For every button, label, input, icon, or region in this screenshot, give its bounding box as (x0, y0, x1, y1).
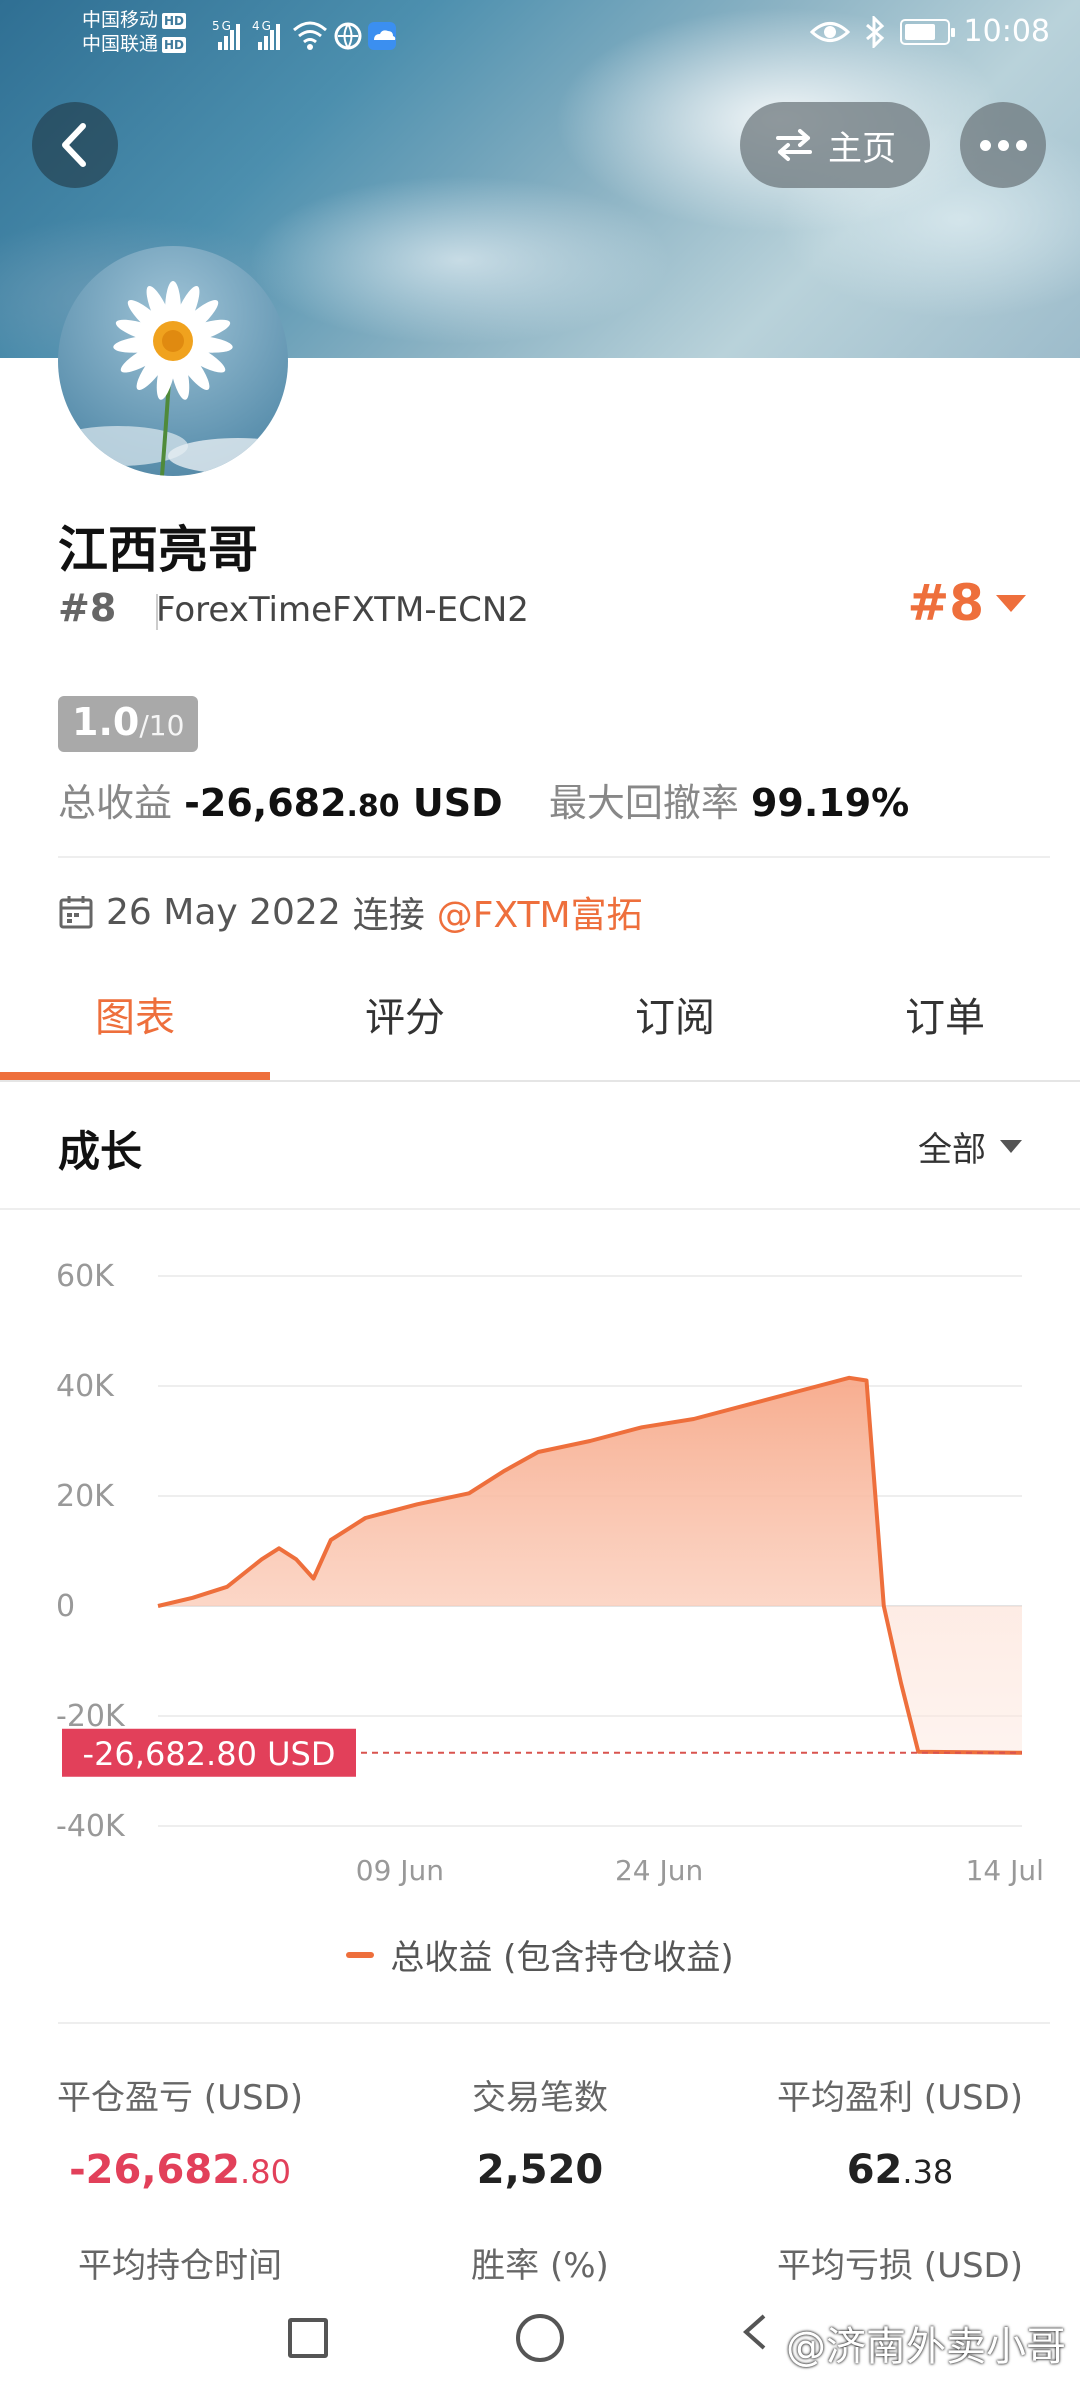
status-bar: 中国移动 HD 中国联通 HD 5G 4G 10:08 (0, 0, 1080, 70)
tab-subscribe[interactable]: 订阅 (540, 950, 810, 1078)
drawdown-label: 最大回撤率 (548, 781, 739, 825)
y-tick-label: 40K (56, 1369, 115, 1404)
chart-legend: 总收益 (包含持仓收益) (0, 1930, 1080, 1979)
divider (58, 856, 1050, 858)
tab-rating[interactable]: 评分 (270, 950, 540, 1078)
y-tick-label: 20K (56, 1479, 115, 1514)
more-dots-icon (979, 139, 991, 151)
current-value-label: -26,682.80 USD (83, 1735, 336, 1773)
carrier-2: 中国联通 (82, 33, 159, 55)
chart-svg: 60K 40K 20K 0 -20K -40K 09 Jun 24 Jun 14 Jul -2… (56, 1259, 1044, 1887)
total-profit-value: -26,682 (184, 781, 347, 825)
divider (58, 2022, 1050, 2024)
recent-apps-button[interactable] (288, 2318, 328, 2358)
watermark: @济南外卖小哥 (786, 2324, 1066, 2370)
hd-badge: HD (162, 36, 187, 53)
caret-down-icon (1000, 1140, 1022, 1153)
stat-label: 平均持仓时间 (78, 2246, 282, 2286)
drawdown-value: 99.19% (750, 781, 910, 825)
score-total: /10 (139, 709, 185, 742)
status-right: 10:08 (809, 14, 1050, 49)
avatar[interactable] (58, 246, 288, 476)
back-button[interactable] (32, 102, 118, 188)
server-name: ForexTimeFXTM-ECN2 (156, 590, 529, 630)
daisy-avatar-icon (58, 281, 288, 476)
legend-label: 总收益 (包含持仓收益) (390, 1938, 734, 1978)
legend-line-icon (346, 1951, 375, 1958)
stat-label: 平均亏损 (USD) (777, 2246, 1023, 2286)
stat-value: -26,682.80 (69, 2147, 291, 2193)
stat-value: 62.38 (846, 2147, 954, 2193)
x-tick-label: 09 Jun (356, 1854, 444, 1887)
x-tick-label: 24 Jun (615, 1854, 703, 1887)
section-title: 成长 (58, 1127, 143, 1176)
carrier-1: 中国移动 (82, 9, 159, 31)
stat-trades: 交易笔数 2,520 (360, 2070, 720, 2193)
calendar-icon (59, 896, 93, 929)
svg-text:4G: 4G (252, 19, 273, 33)
clock: 10:08 (963, 14, 1050, 49)
carrier-info: 中国移动 HD 中国联通 HD (82, 8, 187, 56)
more-button[interactable] (960, 102, 1046, 188)
eye-icon (809, 21, 850, 42)
signal-strength-icon: 5G 4G (212, 19, 396, 50)
swap-icon (776, 129, 812, 161)
stat-label: 平仓盈亏 (USD) (57, 2078, 303, 2118)
caret-down-icon (996, 594, 1026, 612)
rank-badge: #8 (58, 586, 117, 630)
y-tick-label: -40K (56, 1809, 126, 1844)
join-date: 26 May 2022 (106, 891, 341, 933)
total-profit-label: 总收益 (58, 781, 173, 825)
broker-link[interactable]: @FXTM富拓 (437, 886, 643, 938)
y-tick-label: 0 (56, 1589, 75, 1624)
join-info: 26 May 2022 连接 @FXTM富拓 (58, 886, 643, 938)
battery-icon (899, 18, 955, 45)
stat-label: 胜率 (%) (471, 2246, 609, 2286)
stat-label: 平均盈利 (USD) (777, 2078, 1023, 2118)
y-tick-label: -20K (56, 1699, 126, 1734)
home-button[interactable]: 主页 (740, 102, 930, 188)
tab-orders[interactable]: 订单 (810, 950, 1080, 1078)
stat-avg-loss: 平均亏损 (USD) (720, 2238, 1080, 2287)
hd-badge: HD (162, 12, 187, 29)
range-select[interactable]: 全部 (918, 1122, 1022, 1171)
total-profit-currency: USD (399, 781, 503, 825)
profit-summary: 总收益 -26,682.80 USD 最大回撤率 99.19% (58, 772, 909, 827)
home-label: 主页 (828, 128, 896, 169)
x-tick-label: 14 Jul (966, 1854, 1044, 1887)
growth-chart[interactable]: 60K 40K 20K 0 -20K -40K 09 Jun 24 Jun 14 Jul -2… (0, 1210, 1080, 1890)
bluetooth-icon (865, 15, 884, 48)
tab-bar: 图表 评分 订阅 订单 (0, 950, 1080, 1080)
signal-icons: 5G 4G (212, 16, 442, 62)
range-label: 全部 (918, 1130, 986, 1170)
total-profit-decimal: .80 (346, 789, 400, 824)
area-positive (158, 1377, 1022, 1606)
score-badge: 1.0 /10 (58, 696, 199, 752)
triangle-back-icon (742, 2314, 766, 2350)
tab-chart[interactable]: 图表 (0, 950, 270, 1078)
trader-name: 江西亮哥 (58, 521, 258, 579)
active-tab-indicator (0, 1072, 270, 1080)
y-tick-label: 60K (56, 1259, 115, 1294)
stat-closed-pl: 平仓盈亏 (USD) -26,682.80 (0, 2070, 360, 2193)
score-value: 1.0 (72, 700, 140, 744)
chevron-left-icon (62, 123, 86, 167)
join-text: 连接 (352, 895, 425, 936)
rank-dropdown[interactable]: #8 (907, 574, 1026, 632)
stat-value: 2,520 (476, 2147, 604, 2193)
home-nav-button[interactable] (516, 2314, 564, 2362)
stat-avg-profit: 平均盈利 (USD) 62.38 (720, 2070, 1080, 2193)
stat-win-rate: 胜率 (%) (360, 2238, 720, 2287)
back-nav-button[interactable] (740, 2312, 770, 2362)
svg-text:5G: 5G (212, 19, 233, 33)
rank-right-value: #8 (907, 574, 984, 632)
stat-avg-hold: 平均持仓时间 (0, 2238, 360, 2287)
stat-label: 交易笔数 (472, 2078, 608, 2118)
divider (0, 1080, 1080, 1082)
